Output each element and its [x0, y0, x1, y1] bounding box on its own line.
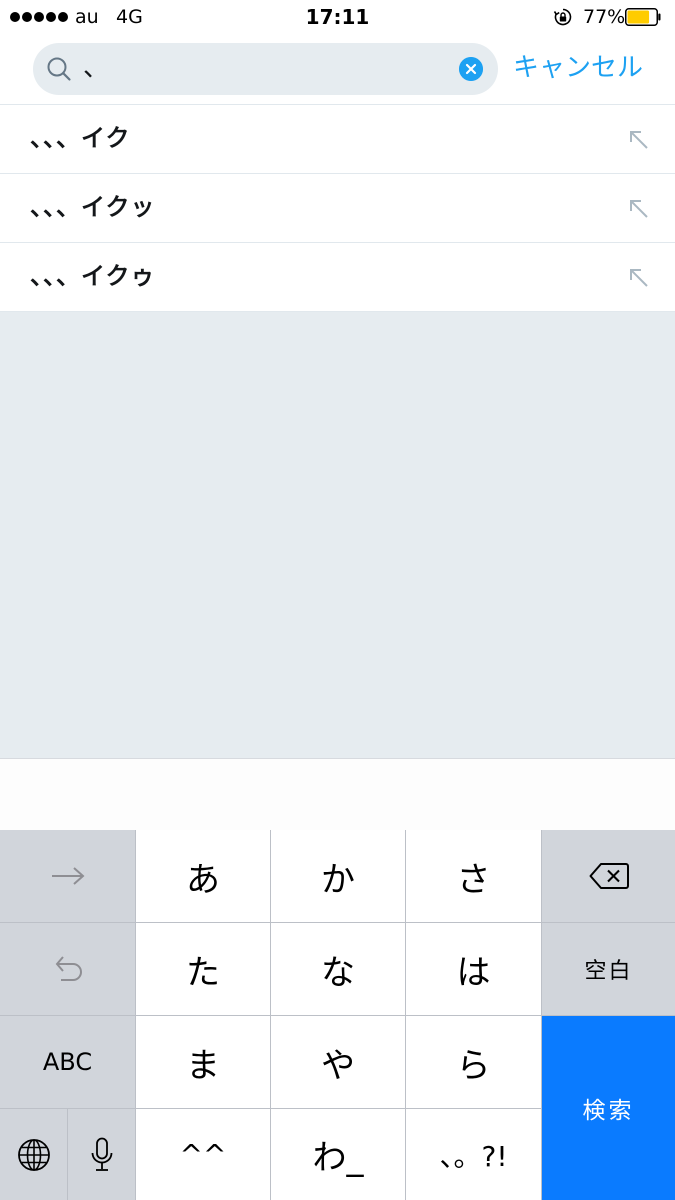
search-input[interactable]: 、: [83, 53, 109, 83]
kana-key-label: は: [456, 952, 491, 993]
globe-key[interactable]: [0, 1109, 67, 1200]
suggestion-list: 、、、イク 、、、イクッ 、、、イクゥ: [0, 105, 675, 312]
search-key[interactable]: 検索: [542, 1016, 675, 1200]
search-field[interactable]: 、: [33, 43, 498, 95]
kana-key-label: わ_: [312, 1138, 364, 1178]
suggestion-label: 、、、イクッ: [30, 193, 156, 221]
space-key-label: 空白: [584, 959, 633, 984]
kana-key-label: か: [321, 859, 355, 900]
battery-percent: 77%: [583, 6, 626, 28]
backspace-icon: [589, 863, 629, 889]
keyboard-candidate-bar: [0, 758, 675, 831]
suggestion-item[interactable]: 、、、イク: [0, 105, 675, 174]
search-header: 、 キャンセル: [0, 34, 675, 105]
fill-query-arrow-icon[interactable]: [628, 267, 650, 289]
fill-query-arrow-icon[interactable]: [628, 198, 650, 220]
rotation-lock-icon: [553, 8, 572, 26]
kana-key-ta[interactable]: た: [136, 923, 270, 1015]
kana-key-ma[interactable]: ま: [136, 1016, 270, 1108]
emoticon-key[interactable]: ^^: [136, 1109, 270, 1200]
arrow-right-icon: [51, 867, 85, 885]
clear-search-button[interactable]: [459, 57, 483, 81]
status-bar: au 4G 17:11 77%: [0, 0, 675, 34]
kana-key-label: や: [321, 1045, 355, 1086]
kana-key-label: さ: [456, 859, 491, 900]
kana-key-ya[interactable]: や: [271, 1016, 405, 1108]
microphone-icon: [91, 1137, 112, 1171]
kana-key-label: ら: [456, 1045, 491, 1086]
kana-key-a[interactable]: あ: [136, 830, 270, 922]
undo-key[interactable]: [0, 923, 135, 1015]
kana-key-label: な: [321, 952, 355, 993]
dictation-key[interactable]: [68, 1109, 135, 1200]
undo-icon: [55, 956, 82, 981]
cancel-button[interactable]: キャンセル: [513, 51, 643, 85]
suggestion-item[interactable]: 、、、イクッ: [0, 174, 675, 243]
japanese-kana-keyboard: ABC あ か さ た な は ま や ら ^^ わ_ 、。?! 空白 検索: [0, 830, 675, 1200]
globe-icon: [17, 1138, 50, 1171]
kana-key-label: ^^: [179, 1138, 227, 1171]
kana-key-na[interactable]: な: [271, 923, 405, 1015]
kana-key-ka[interactable]: か: [271, 830, 405, 922]
suggestion-label: 、、、イク: [30, 124, 131, 152]
fill-query-arrow-icon[interactable]: [628, 129, 650, 151]
next-character-key[interactable]: [0, 830, 135, 922]
backspace-key[interactable]: [542, 830, 675, 922]
kana-key-label: 、。?!: [439, 1139, 508, 1173]
battery-icon: [625, 8, 661, 26]
abc-mode-label: ABC: [42, 1048, 93, 1076]
kana-key-label: た: [186, 952, 220, 993]
search-key-label: 検索: [582, 1098, 635, 1124]
abc-mode-key[interactable]: ABC: [0, 1016, 135, 1108]
suggestion-label: 、、、イクゥ: [30, 262, 156, 290]
kana-key-ra[interactable]: ら: [406, 1016, 541, 1108]
punctuation-key[interactable]: 、。?!: [406, 1109, 541, 1200]
suggestion-item[interactable]: 、、、イクゥ: [0, 243, 675, 312]
kana-key-wa[interactable]: わ_: [271, 1109, 405, 1200]
kana-key-sa[interactable]: さ: [406, 830, 541, 922]
kana-key-ha[interactable]: は: [406, 923, 541, 1015]
kana-key-label: あ: [186, 859, 220, 900]
status-time: 17:11: [305, 5, 370, 29]
space-key[interactable]: 空白: [542, 923, 675, 1015]
search-icon: [47, 57, 71, 81]
results-background: [0, 312, 675, 758]
kana-key-label: ま: [186, 1045, 220, 1086]
